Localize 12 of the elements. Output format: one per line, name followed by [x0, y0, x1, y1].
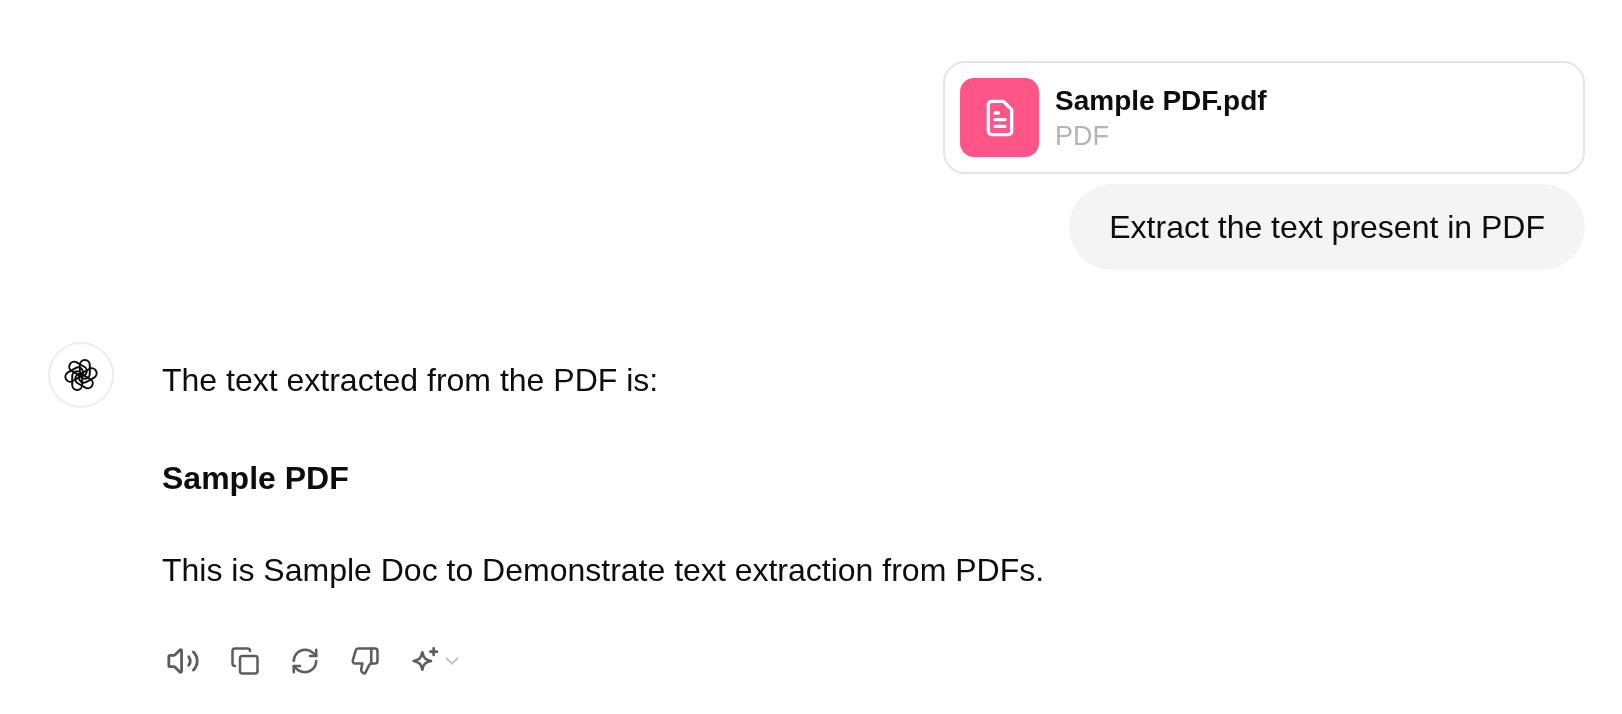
thumbs-down-icon [350, 646, 380, 676]
paragraph: The text extracted from the PDF is: [162, 361, 660, 400]
refresh-icon [290, 646, 320, 676]
paragraph: This is Sample Doc to Demonstrate text extraction from PDFs. [162, 551, 1045, 590]
file-attachment-card[interactable]: Sample PDF.pdf PDF [943, 61, 1585, 174]
file-name: Sample PDF.pdf [1055, 83, 1267, 118]
file-type: PDF [1055, 119, 1110, 152]
document-icon [960, 78, 1039, 157]
knot-logo-icon [48, 342, 114, 408]
copy-icon [230, 646, 260, 676]
heading: Sample PDF [162, 459, 350, 498]
user-message-bubble: Extract the text present in PDF [1069, 184, 1585, 270]
